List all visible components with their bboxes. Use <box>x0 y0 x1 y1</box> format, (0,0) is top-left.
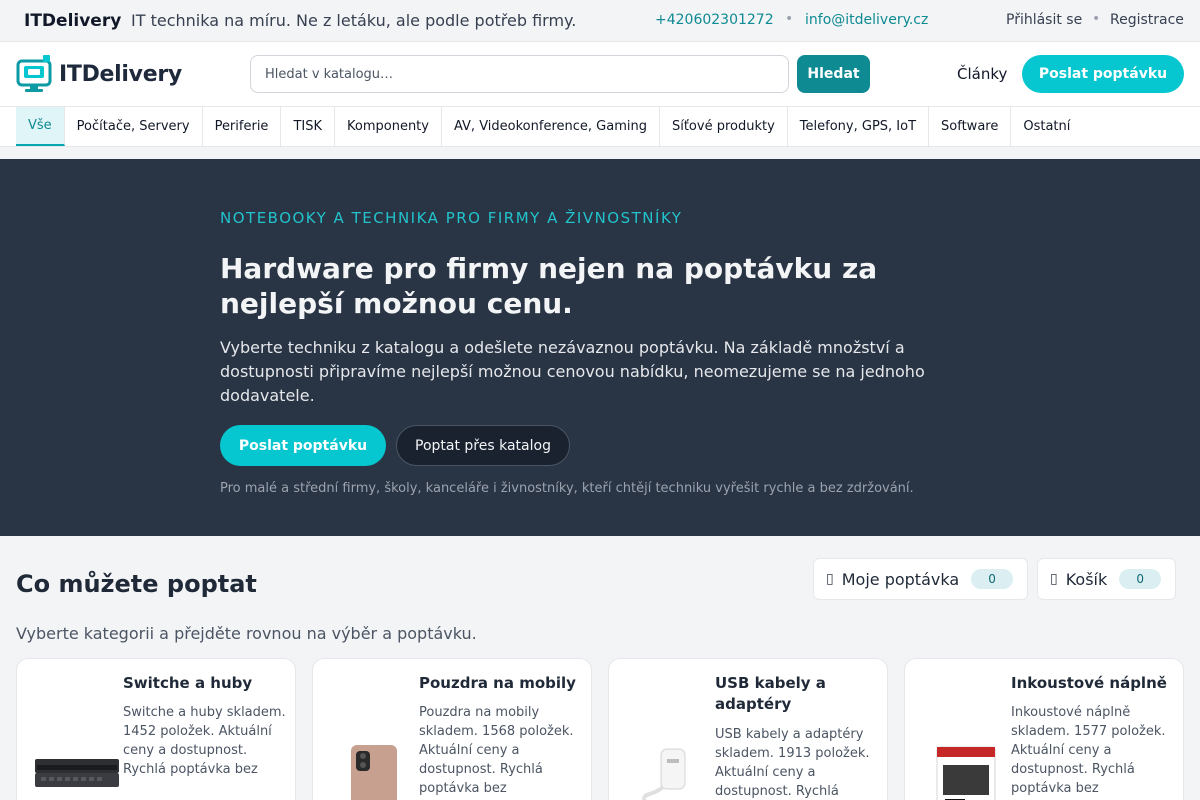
category-software[interactable]: Software <box>929 107 1012 146</box>
category-all[interactable]: Vše <box>16 107 65 146</box>
card-description: USB kabely a adaptéry skladem. 1913 polo… <box>715 727 870 799</box>
site-header: ITDelivery Hledat Články Poslat poptávku <box>0 42 1200 107</box>
search-input[interactable] <box>250 55 789 93</box>
login-link[interactable]: Přihlásit se <box>1006 12 1082 28</box>
cart-label: Košík <box>1065 569 1108 589</box>
phone-link[interactable]: +420602301272 <box>655 12 774 28</box>
logo[interactable]: ITDelivery <box>16 55 182 93</box>
card-title: USB kabely a adaptéry <box>715 674 826 713</box>
card-title: Switche a huby <box>123 674 253 692</box>
category-other[interactable]: Ostatní <box>1011 107 1082 146</box>
category-peripherals[interactable]: Periferie <box>203 107 282 146</box>
articles-link[interactable]: Články <box>957 65 1007 83</box>
category-print[interactable]: TISK <box>281 107 335 146</box>
card-description: Inkoustové náplně skladem. 1577 položek.… <box>1011 705 1166 796</box>
card-title: Pouzdra na mobily <box>419 674 576 692</box>
hero-note: Pro malé a střední firmy, školy, kancelá… <box>220 481 914 496</box>
cart-icon: ▯ <box>1050 571 1058 587</box>
logo-icon <box>16 55 52 92</box>
hero-kicker: NOTEBOOKY A TECHNIKA PRO FIRMY A ŽIVNOST… <box>220 209 683 227</box>
category-card-usb-cables[interactable]: USB kabely a adaptéry USB kabely a adapt… <box>608 658 888 800</box>
logo-text: ITDelivery <box>59 61 182 87</box>
divider <box>0 147 1200 159</box>
my-request-count-badge: 0 <box>971 569 1014 589</box>
hero-title: Hardware pro firmy nejen na poptávku za … <box>220 252 878 320</box>
category-nav: Vše Počítače, Servery Periferie TISK Kom… <box>0 107 1200 147</box>
category-network[interactable]: Síťové produkty <box>660 107 788 146</box>
switch-image <box>35 759 119 787</box>
tagline: IT technika na míru. Ne z letáku, ale po… <box>131 11 577 30</box>
hero-send-request-button[interactable]: Poslat poptávku <box>220 425 386 466</box>
hero-catalog-button[interactable]: Poptat přes katalog <box>396 425 570 466</box>
phone-case-image <box>351 745 397 800</box>
email-link[interactable]: info@itdelivery.cz <box>805 12 928 28</box>
category-card-phone-cases[interactable]: Pouzdra na mobily Pouzdra na mobily skla… <box>312 658 592 800</box>
card-description: Switche a huby skladem. 1452 položek. Ak… <box>123 705 286 777</box>
register-link[interactable]: Registrace <box>1110 12 1184 28</box>
section-subtitle: Vyberte kategorii a přejděte rovnou na v… <box>16 624 477 643</box>
card-description: Pouzdra na mobily skladem. 1568 položek.… <box>419 705 574 796</box>
usb-charger-image <box>642 748 686 800</box>
category-computers-servers[interactable]: Počítače, Servery <box>65 107 203 146</box>
separator-dot: • <box>785 11 794 27</box>
category-card-ink-refills[interactable]: Inkoustové náplně Inkoustové náplně skla… <box>904 658 1184 800</box>
separator-dot: • <box>1092 11 1101 27</box>
hero-lead: Vyberte techniku z katalogu a odešlete n… <box>220 338 925 405</box>
ink-cartridge-image <box>936 746 996 800</box>
hero-banner: NOTEBOOKY A TECHNIKA PRO FIRMY A ŽIVNOST… <box>0 159 1200 536</box>
card-title: Inkoustové náplně <box>1011 674 1167 692</box>
send-request-button[interactable]: Poslat poptávku <box>1022 55 1184 93</box>
clipboard-icon: ▯ <box>826 571 834 587</box>
category-card-switches[interactable]: Switche a huby Switche a huby skladem. 1… <box>16 658 296 800</box>
search-button[interactable]: Hledat <box>797 55 870 93</box>
cart-button[interactable]: ▯ Košík 0 <box>1037 558 1176 600</box>
category-components[interactable]: Komponenty <box>335 107 442 146</box>
category-phones-gps-iot[interactable]: Telefony, GPS, IoT <box>788 107 930 146</box>
cart-count-badge: 0 <box>1119 569 1162 589</box>
section-title: Co můžete poptat <box>16 570 257 598</box>
top-bar: ITDelivery IT technika na míru. Ne z let… <box>0 0 1200 42</box>
brand-name[interactable]: ITDelivery <box>24 11 121 31</box>
my-request-button[interactable]: ▯ Moje poptávka 0 <box>813 558 1028 600</box>
category-av-gaming[interactable]: AV, Videokonference, Gaming <box>442 107 660 146</box>
my-request-label: Moje poptávka <box>841 569 960 589</box>
